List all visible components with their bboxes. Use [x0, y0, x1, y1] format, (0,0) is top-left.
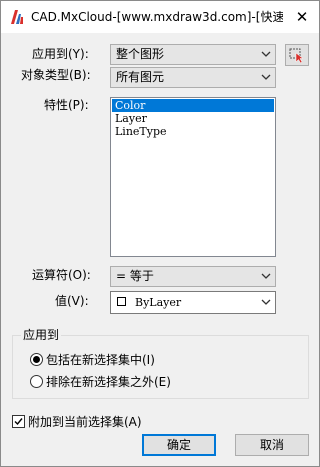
chevron-down-icon [261, 74, 271, 80]
list-item[interactable]: LineType [112, 125, 274, 138]
cancel-button[interactable]: 取消 [235, 434, 309, 456]
include-label[interactable]: 包括在新选择集中(I) [46, 352, 155, 368]
list-item[interactable]: Layer [112, 112, 274, 125]
chevron-down-icon [261, 273, 271, 279]
apply-to-label: 应用到(Y): [32, 47, 89, 61]
exclude-label[interactable]: 排除在新选择集之外(E) [46, 374, 171, 390]
append-checkbox[interactable] [12, 415, 25, 428]
checkmark-icon [14, 418, 23, 426]
exclude-radio[interactable] [30, 375, 43, 388]
value-dropdown[interactable]: ByLayer [110, 291, 276, 314]
include-radio[interactable] [30, 353, 43, 366]
quick-select-dialog: CAD.MxCloud-[www.mxdraw3d.com]-[快速选择] ✕ … [0, 0, 320, 467]
apply-to-value: 整个图形 [116, 47, 165, 61]
ok-button[interactable]: 确定 [142, 434, 216, 456]
property-label: 特性(P): [44, 98, 89, 112]
operator-dropdown[interactable]: = 等于 [110, 266, 276, 287]
select-objects-icon [289, 48, 304, 64]
close-icon: ✕ [295, 8, 309, 26]
radio-dot [33, 356, 40, 363]
operator-value: = 等于 [116, 269, 154, 283]
property-list[interactable]: Color Layer LineType [110, 97, 276, 257]
color-swatch [117, 297, 126, 306]
close-button[interactable]: ✕ [285, 1, 319, 33]
value-text: ByLayer [135, 296, 182, 309]
select-objects-button[interactable] [285, 44, 309, 66]
how-to-apply-title: 应用到 [21, 327, 62, 343]
operator-label: 运算符(O): [32, 268, 91, 282]
value-label: 值(V): [55, 294, 89, 308]
apply-to-dropdown[interactable]: 整个图形 [110, 44, 276, 65]
object-type-value: 所有图元 [116, 70, 165, 84]
object-type-label: 对象类型(B): [21, 68, 91, 82]
chevron-down-icon [261, 51, 271, 57]
app-logo-icon [11, 10, 23, 24]
title-bar[interactable]: CAD.MxCloud-[www.mxdraw3d.com]-[快速选择] ✕ [1, 1, 319, 33]
chevron-down-icon [261, 299, 271, 305]
append-label[interactable]: 附加到当前选择集(A) [28, 414, 142, 430]
object-type-dropdown[interactable]: 所有图元 [110, 67, 276, 88]
window-title: CAD.MxCloud-[www.mxdraw3d.com]-[快速选择] [31, 10, 283, 24]
list-item[interactable]: Color [112, 99, 274, 112]
